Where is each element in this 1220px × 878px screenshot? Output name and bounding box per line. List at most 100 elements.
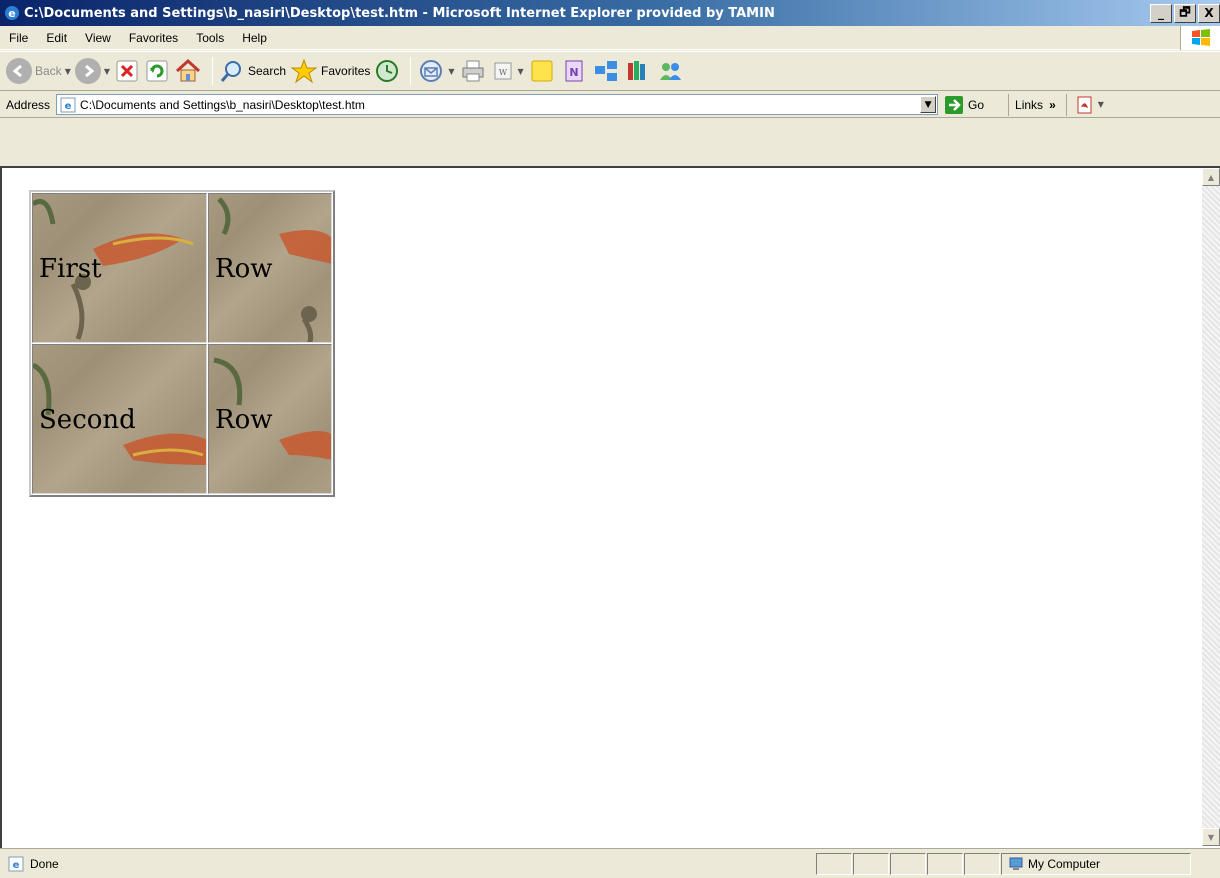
windows-logo-icon [1180,26,1220,50]
favorites-button[interactable]: Favorites [290,54,370,88]
cell-text: First [39,254,102,284]
print-button[interactable] [459,54,487,88]
ie-page-icon: e [8,856,24,871]
pdf-button[interactable]: ▼ [1065,93,1104,116]
refresh-icon [146,60,168,82]
page-icon: e [60,97,76,112]
address-dropdown-icon[interactable]: ▼ [920,96,937,113]
menu-help[interactable]: Help [233,31,276,45]
standard-toolbar: Back ▼ ▼ Search Favorites ▼ W ▼ N [0,51,1220,91]
address-box[interactable]: e ▼ [56,94,939,115]
back-button[interactable]: Back ▼ [6,54,71,88]
zone-label: My Computer [1028,856,1101,871]
status-bar: e Done My Computer [0,848,1220,878]
sticky-note-icon [531,60,553,82]
web-page: First Row Second Row [12,168,1202,846]
forward-arrow-icon [74,58,101,84]
research-books-icon [627,61,645,80]
svg-text:W: W [498,68,507,77]
forward-dropdown-icon[interactable]: ▼ [104,67,110,76]
back-dropdown-icon[interactable]: ▼ [65,67,71,76]
security-zone[interactable]: My Computer [1001,852,1191,875]
onenote-icon: N [565,60,583,82]
share-icon [594,61,617,81]
menu-view[interactable]: View [76,31,120,45]
search-icon [220,61,241,82]
close-button[interactable]: X [1198,3,1220,23]
refresh-button[interactable] [144,54,170,88]
address-bar: Address e ▼ Go Links » ▼ [0,92,1220,118]
my-computer-icon [1009,857,1023,870]
menu-tools[interactable]: Tools [187,31,233,45]
search-button[interactable]: Search [219,54,286,88]
status-pane [964,852,1000,875]
content-table: First Row Second Row [29,190,335,497]
favorites-star-icon [290,58,318,84]
stop-button[interactable] [114,54,140,88]
home-button[interactable] [174,54,202,88]
history-icon [376,60,399,82]
links-chevron-icon[interactable]: » [1049,98,1056,112]
menu-favorites[interactable]: Favorites [120,31,187,45]
pdf-icon [1077,96,1092,113]
window-title: C:\Documents and Settings\b_nasiri\Deskt… [24,5,775,21]
scroll-down-icon[interactable]: ▼ [1202,828,1220,846]
onenote-button[interactable]: N [560,54,588,88]
address-input[interactable] [80,95,921,114]
stop-icon [116,60,138,82]
status-text: Done [30,856,59,871]
home-icon [175,58,201,82]
research-button[interactable] [624,54,652,88]
status-main: e Done [8,856,816,872]
cell-text: Row [215,254,273,284]
go-button[interactable]: Go [944,95,984,115]
table-cell: First [32,193,207,343]
links-label: Links [1015,97,1044,112]
mail-button[interactable]: ▼ [417,54,455,88]
discuss-button[interactable] [528,54,556,88]
edit-button[interactable]: W ▼ [491,54,524,88]
messenger-icon [659,63,681,80]
pdf-dropdown-icon[interactable]: ▼ [1098,100,1104,109]
go-label: Go [968,97,985,112]
minimize-button[interactable]: _ [1150,3,1172,23]
scroll-up-icon[interactable]: ▲ [1202,168,1220,186]
favorites-label: Favorites [321,64,371,78]
status-pane [816,852,852,875]
status-pane [890,852,926,875]
menu-file[interactable]: File [0,31,37,45]
toolbar-separator [410,57,412,85]
content-viewport: First Row Second Row ▲ ▼ [0,166,1220,848]
share-button[interactable] [592,54,620,88]
search-label: Search [248,64,287,78]
back-label: Back [35,64,62,78]
links-toolbar[interactable]: Links » [1008,93,1056,116]
menu-bar: File Edit View Favorites Tools Help [0,26,1220,50]
maximize-button[interactable]: 🗗 [1174,3,1196,23]
cell-text: Second [39,405,136,435]
edit-dropdown-icon[interactable]: ▼ [518,67,524,76]
svg-text:N: N [569,66,578,79]
toolbar-separator [212,57,213,85]
title-bar[interactable]: e C:\Documents and Settings\b_nasiri\Des… [0,0,1220,26]
ie-logo-icon: e [5,6,19,20]
back-arrow-icon [6,58,32,84]
mail-dropdown-icon[interactable]: ▼ [448,67,454,76]
cell-text: Row [215,405,273,435]
forward-button[interactable]: ▼ [74,54,110,88]
status-pane [853,852,889,875]
vertical-scrollbar[interactable]: ▲ ▼ [1202,168,1220,846]
svg-text:e: e [65,101,72,112]
svg-text:e: e [8,7,15,20]
table-cell: Second [32,344,207,494]
mail-icon [420,60,443,82]
table-cell: Row [208,344,332,494]
messenger-button[interactable] [656,54,684,88]
edit-document-icon: W [494,62,512,80]
print-icon [462,60,484,82]
address-label: Address [6,97,51,112]
menu-edit[interactable]: Edit [37,31,76,45]
table-cell: Row [208,193,332,343]
status-pane [927,852,963,875]
history-button[interactable] [374,54,400,88]
